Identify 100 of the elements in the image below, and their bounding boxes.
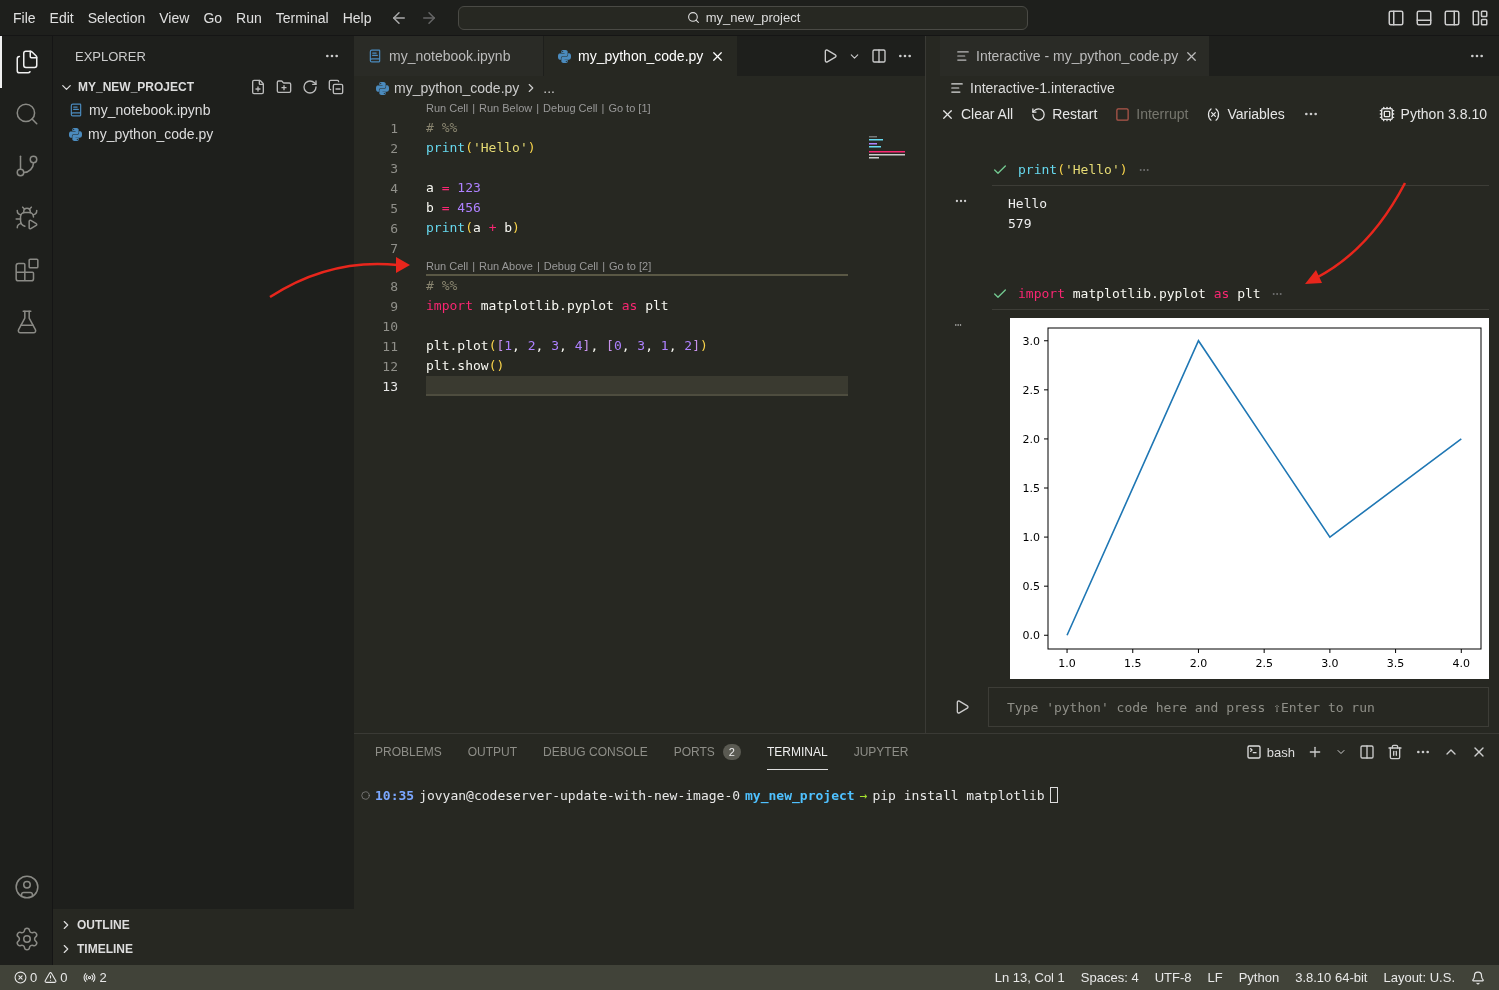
layout-icon[interactable] <box>1471 8 1489 27</box>
project-folder-row[interactable]: MY_NEW_PROJECT <box>53 76 354 98</box>
tick-label: 3.0 <box>1022 334 1040 348</box>
file-tree-item[interactable]: my_notebook.ipynb <box>53 98 354 122</box>
panel-tab[interactable]: JUPYTER <box>853 734 909 770</box>
toggle-sidebar-icon[interactable] <box>1387 8 1405 27</box>
codelens-link[interactable]: Go to [1] <box>608 102 651 114</box>
run-icon[interactable] <box>954 699 970 715</box>
collapse-all-icon[interactable] <box>328 79 344 95</box>
status-bar-item[interactable]: Ln 13, Col 1 <box>994 970 1065 985</box>
status-bar-item[interactable]: 3.8.10 64-bit <box>1295 970 1368 985</box>
toggle-secondary-sidebar-icon[interactable] <box>1443 8 1461 27</box>
prompt-arrow: → <box>859 787 868 803</box>
file-tree-item[interactable]: my_python_code.py <box>53 122 354 146</box>
codelens-link[interactable]: Run Below <box>479 102 533 114</box>
status-bar-item[interactable]: Python <box>1238 970 1280 985</box>
run-debug-icon <box>14 205 40 231</box>
panel-tab[interactable]: DEBUG CONSOLE <box>543 734 648 770</box>
status-bar-item[interactable]: Layout: U.S. <box>1383 970 1455 985</box>
menu-item[interactable]: Help <box>335 9 379 26</box>
line-number: 9 <box>389 298 399 314</box>
split-editor-icon[interactable] <box>871 48 887 64</box>
terminal-user: jovyan@codeserver-update-with-new-image-0 <box>419 787 741 803</box>
source-control-icon <box>14 153 40 179</box>
interactive-window-icon <box>950 81 964 95</box>
tick-label: 0.0 <box>1022 629 1040 643</box>
menu-item[interactable]: Edit <box>42 9 81 26</box>
tick-label: 3.0 <box>1321 657 1339 670</box>
minimap-drawing[interactable] <box>869 136 907 160</box>
menu-item[interactable]: File <box>6 9 43 26</box>
sidebar-section-header[interactable]: TIMELINE <box>53 937 354 961</box>
codelens-link[interactable]: Run Cell <box>426 260 469 272</box>
code-input-field[interactable]: Type 'python' code here and press ⇧Enter to run <box>988 687 1489 727</box>
editor-tab[interactable]: my_python_code.py <box>544 36 739 76</box>
toolbar-button[interactable]: Variables <box>1206 106 1285 122</box>
notebook-file-icon <box>69 103 83 117</box>
breadcrumb-item[interactable]: ... <box>543 80 555 96</box>
ports-status[interactable]: 2 <box>83 970 107 985</box>
menu-item[interactable]: Selection <box>80 9 153 26</box>
panel-tab[interactable]: PROBLEMS <box>375 734 442 770</box>
kernel-icon <box>1378 106 1395 122</box>
kernel-picker-button[interactable]: Python 3.8.10 <box>1378 106 1487 122</box>
code-line: # %% <box>426 119 459 137</box>
editor-tab[interactable]: my_notebook.ipynb <box>354 36 544 76</box>
toggle-panel-icon[interactable] <box>1415 8 1433 27</box>
codelens-link[interactable]: Run Cell <box>426 102 469 114</box>
breadcrumb-item[interactable]: my_python_code.py <box>394 80 520 96</box>
search-text: my_new_project <box>705 10 801 25</box>
editor-tab[interactable]: Interactive - my_python_code.py <box>940 36 1210 76</box>
panel-tab[interactable]: TERMINAL <box>767 734 828 770</box>
panel-tab[interactable]: OUTPUT <box>467 734 518 770</box>
tick-label: 2.0 <box>1022 432 1040 446</box>
code-line: # %% <box>426 277 459 295</box>
separator-text: | <box>472 260 476 272</box>
trash-icon[interactable] <box>1387 744 1403 760</box>
menu-item[interactable]: Run <box>229 9 269 26</box>
command-search-field[interactable]: my_new_project <box>458 5 1029 30</box>
codelens-link[interactable]: Debug Cell <box>543 102 598 114</box>
line-number: 11 <box>381 338 399 354</box>
terminal-shell-button[interactable]: bash <box>1245 744 1295 760</box>
account-icon <box>14 874 40 900</box>
line-number: 6 <box>389 220 399 236</box>
python-file-icon <box>558 49 571 63</box>
menu-item[interactable]: Terminal <box>268 9 336 26</box>
status-bar-item[interactable]: UTF-8 <box>1154 970 1192 985</box>
codelens-link[interactable]: Go to [2] <box>609 260 652 272</box>
add-icon[interactable] <box>1307 744 1323 760</box>
toolbar-button[interactable]: Restart <box>1031 106 1098 122</box>
new-file-icon[interactable] <box>250 79 266 95</box>
files-icon <box>14 49 40 75</box>
sidebar-section-header[interactable]: OUTLINE <box>53 913 354 937</box>
menu-item[interactable]: View <box>152 9 197 26</box>
tick-label: 2.5 <box>1255 657 1273 670</box>
split-terminal-icon[interactable] <box>1359 744 1375 760</box>
tick-label: 3.5 <box>1386 657 1405 670</box>
prompt-status-icon <box>361 790 370 800</box>
status-bar-item[interactable]: Spaces: 4 <box>1080 970 1139 985</box>
interactive-cell-code[interactable]: print('Hello') <box>992 154 1489 186</box>
line-number: 10 <box>381 318 399 334</box>
tick-label: 0.5 <box>1022 580 1040 594</box>
codelens-link[interactable]: Debug Cell <box>543 260 599 272</box>
problems-status[interactable]: 0 0 <box>14 970 68 985</box>
menu-item[interactable]: Go <box>196 9 230 26</box>
codelens-link[interactable]: Run Above <box>479 260 533 272</box>
code-line: plt.plot([1, 2, 3, 4], [0, 3, 1, 2]) <box>426 337 709 355</box>
antenna-icon <box>83 971 97 984</box>
status-bar-item[interactable]: LF <box>1207 970 1223 985</box>
notification-bell-icon[interactable] <box>1471 970 1485 985</box>
new-folder-icon[interactable] <box>276 79 292 95</box>
error-icon <box>14 971 27 984</box>
run-icon[interactable] <box>822 48 838 64</box>
breadcrumb-item[interactable]: Interactive-1.interactive <box>970 80 1115 96</box>
toolbar-button[interactable]: Clear All <box>940 106 1014 122</box>
refresh-icon[interactable] <box>302 79 318 95</box>
line-number: 2 <box>389 140 399 156</box>
tick-label: 1.0 <box>1022 531 1040 545</box>
code-line: b = 456 <box>426 199 482 217</box>
search-icon <box>686 11 700 24</box>
terminal-command: pip install matplotlib <box>872 787 1045 803</box>
panel-tab[interactable]: PORTS 2 <box>673 734 741 770</box>
